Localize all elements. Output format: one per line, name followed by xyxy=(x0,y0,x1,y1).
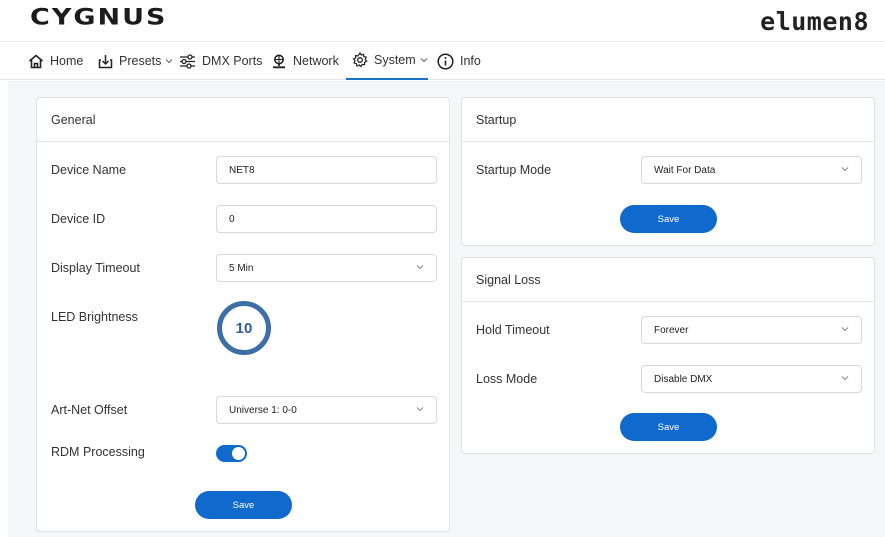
nav-system-label: System xyxy=(374,53,416,67)
rdm-processing-toggle[interactable] xyxy=(216,445,247,462)
gear-icon xyxy=(352,52,368,68)
artnet-offset-value: Universe 1: 0-0 xyxy=(229,404,297,416)
nav-info-label: Info xyxy=(460,54,481,68)
device-name-value: NET8 xyxy=(229,164,255,176)
device-name-label: Device Name xyxy=(51,163,127,177)
startup-mode-label: Startup Mode xyxy=(476,163,552,177)
startup-card: Startup Startup Mode Wait For Data Save xyxy=(461,97,875,246)
display-timeout-value: 5 Min xyxy=(229,262,254,274)
artnet-offset-label: Art-Net Offset xyxy=(51,403,128,417)
nav-item-dmx-ports[interactable]: DMX Ports xyxy=(179,42,262,80)
nav-item-network[interactable]: Network xyxy=(271,42,339,80)
led-brightness-label: LED Brightness xyxy=(51,310,138,324)
nav-network-label: Network xyxy=(293,54,339,68)
nav-item-presets[interactable]: Presets xyxy=(98,42,173,80)
sliders-icon xyxy=(180,53,195,69)
startup-save-button[interactable]: Save xyxy=(620,205,717,233)
startup-mode-select[interactable]: Wait For Data xyxy=(641,156,862,184)
startup-card-title: Startup xyxy=(462,98,874,142)
app-header: CYGNUS elumen8 xyxy=(0,0,885,42)
hold-timeout-value: Forever xyxy=(654,324,689,336)
chevron-down-icon xyxy=(841,327,849,332)
device-id-label: Device ID xyxy=(51,212,106,226)
hold-timeout-label: Hold Timeout xyxy=(476,323,550,337)
nav-item-system[interactable]: System xyxy=(346,42,428,80)
nav-item-home[interactable]: Home xyxy=(28,42,83,80)
general-card-title: General xyxy=(37,98,449,142)
general-save-button[interactable]: Save xyxy=(195,491,292,519)
signal-loss-card-title: Signal Loss xyxy=(462,258,874,302)
content-area: General Device Name NET8 Device ID 0 Dis… xyxy=(8,81,885,537)
loss-mode-value: Disable DMX xyxy=(654,373,713,385)
artnet-offset-select[interactable]: Universe 1: 0-0 xyxy=(216,396,437,424)
chevron-down-icon xyxy=(416,265,424,270)
chevron-down-icon xyxy=(166,59,173,64)
rdm-processing-label: RDM Processing xyxy=(51,445,145,459)
signal-loss-card: Signal Loss Hold Timeout Forever Loss Mo… xyxy=(461,257,875,454)
network-icon xyxy=(273,54,285,68)
toggle-thumb xyxy=(232,447,245,460)
nav-home-label: Home xyxy=(50,54,84,68)
chevron-down-icon xyxy=(841,376,849,381)
device-name-input[interactable]: NET8 xyxy=(216,156,437,184)
nav-dmx-ports-label: DMX Ports xyxy=(202,54,263,68)
device-id-input[interactable]: 0 xyxy=(216,205,437,233)
chevron-down-icon xyxy=(841,167,849,172)
chevron-down-icon xyxy=(420,58,428,63)
led-brightness-knob[interactable]: 10 xyxy=(217,301,271,355)
nav-presets-label: Presets xyxy=(119,54,162,68)
general-card: General Device Name NET8 Device ID 0 Dis… xyxy=(36,97,450,532)
startup-mode-value: Wait For Data xyxy=(654,164,716,176)
cygnus-logo: CYGNUS xyxy=(30,5,168,31)
download-tray-icon xyxy=(98,54,113,68)
device-id-value: 0 xyxy=(229,213,235,225)
main-nav: Home Presets DMX Ports Network System In… xyxy=(0,42,885,80)
hold-timeout-select[interactable]: Forever xyxy=(641,316,862,344)
display-timeout-label: Display Timeout xyxy=(51,261,140,275)
loss-mode-label: Loss Mode xyxy=(476,372,538,386)
signal-loss-save-button[interactable]: Save xyxy=(620,413,717,441)
elumen8-logo: elumen8 xyxy=(760,7,869,36)
info-icon xyxy=(437,52,454,70)
chevron-down-icon xyxy=(416,407,424,412)
display-timeout-select[interactable]: 5 Min xyxy=(216,254,437,282)
loss-mode-select[interactable]: Disable DMX xyxy=(641,365,862,393)
nav-item-info[interactable]: Info xyxy=(437,42,481,80)
home-icon xyxy=(28,53,44,68)
led-brightness-value: 10 xyxy=(235,319,253,337)
